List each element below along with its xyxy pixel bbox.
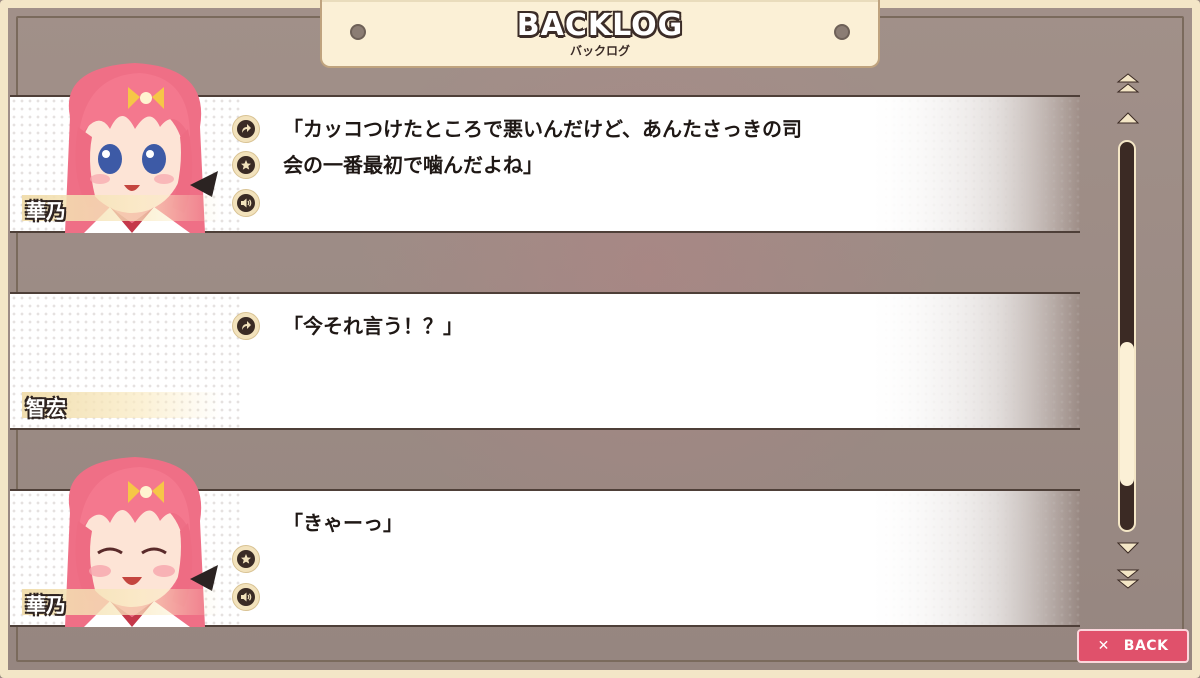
voice-icon xyxy=(237,588,255,606)
dialogue-line: 会の一番最初で噛んだよね」 xyxy=(283,153,543,177)
star-icon xyxy=(237,156,255,174)
speaker-name-tag: 智宏 xyxy=(22,392,222,420)
jump-icon xyxy=(237,317,255,335)
speaker-name-tag: 華乃 xyxy=(22,195,222,223)
log-entry[interactable]: 華乃 「きゃーっ」 xyxy=(10,457,1080,627)
voice-replay-button[interactable] xyxy=(232,583,260,611)
chevron-up-icon xyxy=(1116,112,1140,124)
jump-button[interactable] xyxy=(232,115,260,143)
star-icon xyxy=(237,550,255,568)
dialogue-line: 「今それ言う！？」 xyxy=(283,314,463,338)
jump-button[interactable] xyxy=(232,312,260,340)
scrollbar-thumb[interactable] xyxy=(1120,342,1134,486)
voice-replay-button[interactable] xyxy=(232,189,260,217)
log-entry[interactable]: 智宏 「今それ言う！？」 xyxy=(10,292,1080,430)
dialogue-text: 「カッコつけたところで悪いんだけど、あんたさっきの司 会の一番最初で噛んだよね」 xyxy=(283,111,943,183)
close-icon: ✕ xyxy=(1097,638,1110,654)
speaker-name: 華乃 xyxy=(26,593,66,617)
favorite-button[interactable] xyxy=(232,545,260,573)
back-button[interactable]: ✕ BACK xyxy=(1077,629,1189,663)
speaker-name-tag: 華乃 xyxy=(22,589,222,617)
scroll-bottom-button[interactable] xyxy=(1114,568,1142,590)
voice-icon xyxy=(237,194,255,212)
log-entry[interactable]: 華乃 「カッコつけたところで悪いんだけど、あんたさっきの司 会の一番最初で噛んだ… xyxy=(10,63,1080,233)
jump-icon xyxy=(237,120,255,138)
double-chevron-up-icon xyxy=(1116,73,1140,93)
back-button-label: BACK xyxy=(1123,638,1169,654)
speaker-name: 智宏 xyxy=(26,396,66,420)
scroll-top-button[interactable] xyxy=(1114,72,1142,94)
header-plate: BACKLOG バックログ xyxy=(320,0,880,68)
double-chevron-down-icon xyxy=(1116,569,1140,589)
favorite-button[interactable] xyxy=(232,151,260,179)
scroll-down-button[interactable] xyxy=(1114,538,1142,560)
scroll-up-button[interactable] xyxy=(1114,106,1142,128)
dialogue-line: 「きゃーっ」 xyxy=(283,511,403,535)
chevron-down-icon xyxy=(1116,542,1140,554)
scrollbar-track[interactable] xyxy=(1118,140,1136,532)
dialogue-text: 「きゃーっ」 xyxy=(283,505,943,541)
dialogue-line: 「カッコつけたところで悪いんだけど、あんたさっきの司 xyxy=(283,117,802,141)
dialogue-text: 「今それ言う！？」 xyxy=(283,308,943,344)
speaker-name: 華乃 xyxy=(26,199,66,223)
page-subtitle: バックログ xyxy=(569,44,630,58)
page-title: BACKLOG xyxy=(516,8,684,43)
